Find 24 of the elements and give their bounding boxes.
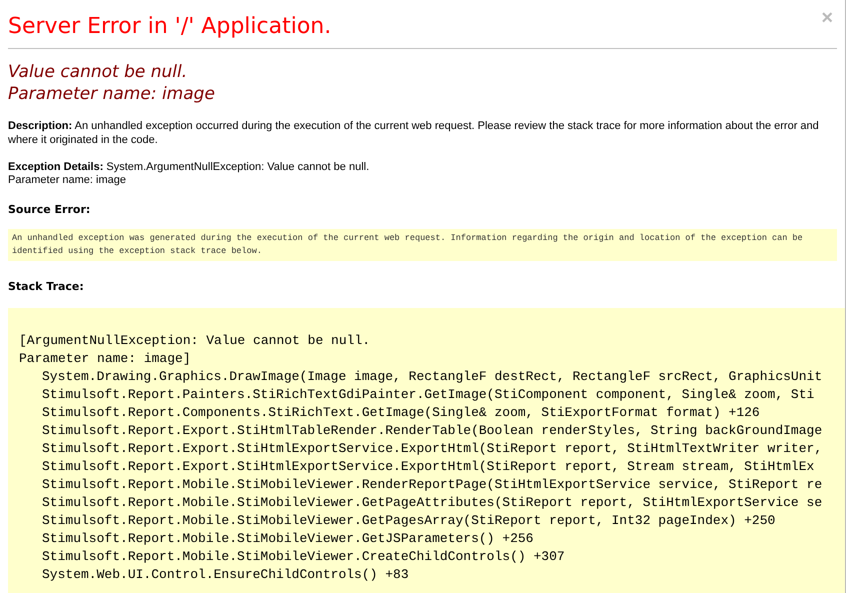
source-error-box: An unhandled exception was generated during the execution of the current web request. Information regarding the origin and location of the exception can be identified using the exception stack trace below. bbox=[8, 229, 837, 261]
error-heading: Value cannot be null. bbox=[8, 61, 188, 83]
stack-frame-line: Stimulsoft.Report.Mobile.StiMobileViewer.CreateChildControls() +307 bbox=[41, 548, 565, 566]
page-title: Server Error in '/' Application. bbox=[8, 13, 332, 41]
stack-frame-line: Stimulsoft.Report.Mobile.StiMobileViewer.GetJSParameters() +256 bbox=[41, 530, 534, 548]
stack-frame-line: Stimulsoft.Report.Mobile.StiMobileViewer.GetPagesArray(StiReport report, Int32 pageIndex) +250 bbox=[41, 512, 776, 530]
stack-frame-line: System.Drawing.Graphics.DrawImage(Image image, RectangleF destRect, RectangleF srcRect, GraphicsUnit bbox=[41, 368, 822, 386]
stack-frame-line: Stimulsoft.Report.Components.StiRichText.GetImage(Single& zoom, StiExportFormat format) +126 bbox=[41, 404, 760, 422]
section-label: Stack Trace: bbox=[8, 280, 84, 293]
section-label: Source Error: bbox=[8, 203, 90, 216]
stack-frame-line: Stimulsoft.Report.Export.StiHtmlExportService.ExportHtml(StiReport report, StiHtmlTextWriter writer, bbox=[41, 440, 822, 458]
close-button[interactable]: × bbox=[821, 8, 833, 28]
description-text: Description: An unhandled exception occurred during the execution of the current web request. Please review the stack trace for more information about the error and where it originated in the code. bbox=[8, 119, 820, 147]
stack-frame-line: Stimulsoft.Report.Painters.StiRichTextGdiPainter.GetImage(StiComponent component, Single& zoom, Sti bbox=[41, 386, 814, 404]
stack-frame-line: Stimulsoft.Report.Export.StiHtmlExportService.ExportHtml(StiReport report, Stream stream, StiHtmlEx bbox=[41, 458, 814, 476]
exception-details-text: Exception Details: System.ArgumentNullException: Value cannot be null. bbox=[8, 161, 370, 174]
exception-details-text: Parameter name: image bbox=[8, 174, 126, 187]
stack-frame-line: Stimulsoft.Report.Mobile.StiMobileViewer.GetPageAttributes(StiReport report, StiHtmlExportService se bbox=[41, 494, 822, 512]
stack-frame-line: Stimulsoft.Report.Mobile.StiMobileViewer.RenderReportPage(StiHtmlExportService service, StiReport re bbox=[41, 476, 822, 494]
stack-frame-line: Stimulsoft.Report.Export.StiHtmlTableRender.RenderTable(Boolean renderStyles, String backGroundImage bbox=[41, 422, 822, 440]
error-heading: Parameter name: image bbox=[8, 83, 215, 105]
stack-trace-line: [ArgumentNullException: Value cannot be null. bbox=[19, 332, 370, 350]
stack-frame-line: System.Web.UI.Control.EnsureChildControls() +83 bbox=[41, 566, 409, 584]
stack-trace-line: Parameter name: image] bbox=[19, 350, 191, 368]
